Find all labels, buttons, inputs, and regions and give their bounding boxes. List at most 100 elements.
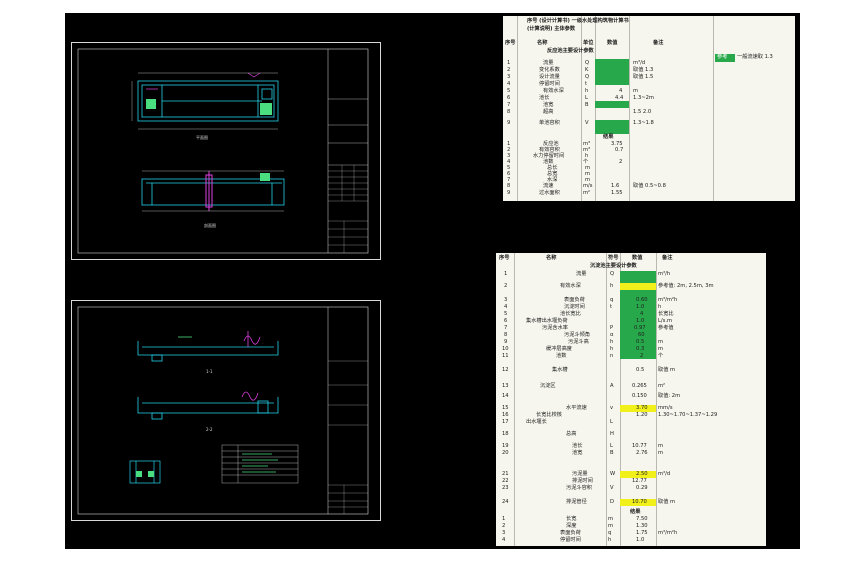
s2-row-n: 8 [504, 332, 508, 338]
sheet1-title1: 序号 (设计计算书) 一级水处理构筑物计算书 [527, 18, 629, 24]
s2-low-unit: W [610, 471, 616, 477]
s2-res-val: 1.30 [636, 523, 648, 529]
s2-row-note: 长宽比 [658, 311, 674, 317]
s2-row-val: 0.5 [636, 339, 645, 345]
spreadsheet-reaction-tank[interactable]: 序号 (设计计算书) 一级水处理构筑物计算书 (计算说明) 主体参数 序号 名称… [503, 16, 795, 201]
s2-low-val: 0.150 [632, 393, 647, 399]
s2-low-note: m³/d [658, 471, 671, 477]
s2-row-note: m [658, 339, 664, 345]
top-plan-title: 平面图 [196, 134, 208, 140]
drawing-top-svg: 平面图 剖面图 [77, 48, 369, 254]
sheet2-header-note: 备注 [662, 255, 673, 261]
s1-row-note: 取值 1.5 [633, 74, 654, 80]
bottom-section2-title: 2-2 [206, 427, 213, 432]
s2-low-note: mm/s [658, 405, 673, 411]
s2-low-name: 污泥斗容积 [566, 485, 592, 491]
s2-low-n: 13 [502, 383, 509, 389]
s1-row-note: 1.5 2.0 [633, 109, 652, 115]
s2-low-note: m² [658, 383, 666, 389]
s2-row-val: 4 [640, 311, 644, 317]
s2-low-name: 污泥量 [572, 471, 588, 477]
sheet1-header-note: 备注 [653, 40, 664, 46]
s2-row-name: 集水槽 [552, 367, 568, 373]
sheet1-header-unit: 单位 [583, 40, 594, 46]
s1-res-name: 过水面积 [539, 190, 560, 196]
s2-low-name: 沉淀区 [540, 383, 556, 389]
s2-low-name: 排泥管径 [566, 499, 587, 505]
s2-row-n: 1 [504, 271, 508, 277]
s2-low-n: 24 [502, 499, 509, 505]
sheet2-section2: 结果 [630, 509, 641, 515]
s2-row-unit: Q [610, 271, 615, 277]
s2-low-name: 排泥时间 [572, 478, 593, 484]
s2-row-name: 集水槽出水堰负荷 [526, 318, 568, 324]
s2-low-name: 长宽比校核 [536, 412, 562, 418]
s2-row-val: 0.97 [634, 325, 646, 331]
s1-row-n: 8 [507, 109, 511, 115]
s1-row-name: 有效水深 [543, 88, 564, 94]
s2-row-n: 3 [504, 297, 508, 303]
s2-low-unit: B [610, 450, 614, 456]
s2-row-n: 2 [504, 283, 508, 289]
s1-row-unit: V [585, 120, 589, 126]
s1-row-name: 变化系数 [539, 67, 560, 73]
s2-res-n: 2 [502, 523, 506, 529]
s2-low-n: 22 [502, 478, 509, 484]
s1-row-n: 3 [507, 74, 511, 80]
s2-row-n: 5 [504, 311, 508, 317]
s2-low-n: 16 [502, 412, 509, 418]
s2-res-n: 4 [502, 537, 506, 543]
s1-row-val: 4.4 [615, 95, 624, 101]
s2-res-n: 1 [502, 516, 506, 522]
spreadsheet-sedimentation-tank[interactable]: 序号 名称 符号 数值 备注 沉淀池主要设计参数 1 流量 Qm³/h 2 有效水深 h… [496, 253, 766, 546]
s2-row-note: L/s.m [658, 318, 673, 324]
s2-row-n: 11 [502, 353, 509, 359]
s2-low-n: 17 [502, 419, 509, 425]
s1-res-val: 1.6 [611, 183, 620, 189]
s1-row-n: 1 [507, 60, 511, 66]
s1-row-name: 超高 [543, 109, 554, 115]
sheet2-header-name: 名称 [546, 255, 557, 261]
s2-row-unit: h [610, 339, 614, 345]
s1-row-n: 2 [507, 67, 511, 73]
s2-low-note: 取值 m [658, 499, 676, 505]
s1-res-val: 1.55 [611, 190, 623, 196]
s2-low-val: 12.77 [632, 478, 647, 484]
s2-low-unit: D [610, 499, 614, 505]
s2-res-name: 表面负荷 [560, 530, 581, 536]
s1-row-name: 流量 [543, 60, 554, 66]
s1-row-n: 6 [507, 95, 511, 101]
s2-low-n: 15 [502, 405, 509, 411]
s2-low-unit: v [610, 405, 614, 411]
s2-row-unit: α [610, 332, 614, 338]
s2-res-unit: m [608, 516, 614, 522]
s2-res-name: 深度 [566, 523, 577, 529]
s2-row-note: m [658, 346, 664, 352]
s1-row-unit: Q [585, 60, 590, 66]
drawing-sheet-bottom[interactable]: 1-1 2-2 [71, 300, 381, 521]
s2-row-note: 取值 m [658, 367, 676, 373]
s1-row-unit: K [585, 67, 589, 73]
s2-low-n: 20 [502, 450, 509, 456]
s2-low-n: 23 [502, 485, 509, 491]
s2-row-name: 池数 [556, 353, 567, 359]
s1-row-n: 9 [507, 120, 511, 126]
sheet1-section2: 结果 [603, 134, 614, 140]
s2-row-note: m³/h [658, 271, 671, 277]
s1-res-unit: m² [583, 190, 591, 196]
sheet1-header-name: 名称 [537, 40, 548, 46]
sheet2-section1: 沉淀池主要设计参数 [590, 263, 637, 269]
s2-row-val: 2 [640, 353, 644, 359]
s1-row-note: 取值 1.3 [633, 67, 654, 73]
s2-low-name: 出水堰长 [526, 419, 547, 425]
s2-res-name: 长宽 [566, 516, 577, 522]
s2-row-n: 9 [504, 339, 508, 345]
s2-low-val: 2.76 [636, 450, 648, 456]
s1-res-note: 取值 0.5~0.8 [633, 183, 666, 189]
sheet1-header-value: 数值 [607, 40, 618, 46]
s2-low-n: 14 [502, 393, 509, 399]
drawing-sheet-top[interactable]: 平面图 剖面图 [71, 42, 381, 260]
s2-low-val: 10.70 [632, 499, 647, 505]
s1-row-unit: t [585, 81, 588, 87]
s1-row-note: m³/d [633, 60, 646, 66]
